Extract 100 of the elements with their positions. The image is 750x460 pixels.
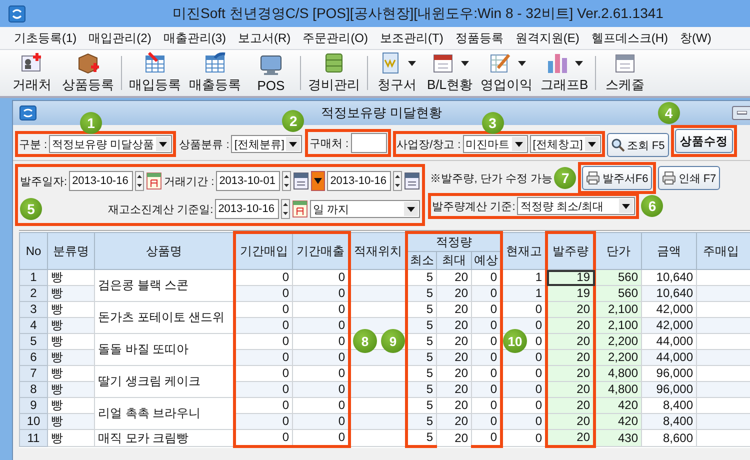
- column-header[interactable]: 상품명: [94, 232, 234, 270]
- table-cell: 10,640: [642, 286, 696, 302]
- menu-item[interactable]: 헬프데스크(H): [585, 30, 674, 46]
- menu-item[interactable]: 보고서(R): [232, 30, 297, 46]
- caret-icon: [619, 199, 634, 213]
- toolbar-button[interactable]: 매출등록: [185, 50, 245, 96]
- printer-icon: [586, 171, 600, 185]
- menu-item[interactable]: 매출관리(3): [157, 30, 232, 46]
- toolbar-button[interactable]: 그래프B: [536, 50, 592, 96]
- caret-icon: [512, 137, 526, 151]
- column-header[interactable]: 주매입: [696, 232, 750, 270]
- order-date-field[interactable]: 2013-10-16: [69, 171, 134, 191]
- toolbar-button[interactable]: 매입등록: [125, 50, 185, 96]
- box-icon: [76, 52, 100, 74]
- table-cell[interactable]: 20: [546, 350, 594, 366]
- menu-item[interactable]: 매입관리(2): [82, 30, 158, 46]
- period-toggle-button[interactable]: [311, 171, 326, 191]
- row-number: 11: [20, 430, 48, 446]
- column-header[interactable]: 단가: [594, 232, 642, 270]
- row-number: 2: [20, 286, 48, 302]
- category-dropdown[interactable]: [전체분류]: [231, 135, 302, 153]
- period-to-field[interactable]: 2013-10-16: [327, 171, 392, 191]
- menu-item[interactable]: 주문관리(O): [296, 30, 374, 46]
- table-cell[interactable]: 20: [546, 414, 594, 430]
- column-header[interactable]: 적정량: [406, 232, 502, 252]
- base-date-field[interactable]: 2013-10-16: [215, 199, 280, 219]
- table-cell: 리얼 촉촉 브라우니: [94, 398, 234, 430]
- toolbar-button[interactable]: 거래처: [6, 50, 58, 96]
- table-cell: 2,100: [594, 318, 642, 334]
- table-cell[interactable]: 20: [546, 302, 594, 318]
- menu-item[interactable]: 보조관리(T): [374, 30, 450, 46]
- order-date-label: 발주일자:: [20, 174, 68, 188]
- column-header[interactable]: No: [20, 232, 48, 270]
- toolbar-button[interactable]: 청구서: [371, 50, 423, 96]
- table-cell: 0: [472, 350, 502, 366]
- calendar-icon[interactable]: [292, 200, 308, 218]
- toolbar-button[interactable]: POS: [245, 50, 297, 96]
- table-cell: 0: [472, 286, 502, 302]
- column-header[interactable]: 발주량: [546, 232, 594, 270]
- table-cell: 0: [292, 286, 350, 302]
- column-header[interactable]: 최소: [406, 252, 436, 270]
- column-header[interactable]: 금액: [642, 232, 696, 270]
- table-cell[interactable]: 20: [546, 334, 594, 350]
- order-sheet-button[interactable]: 발주서F6: [582, 166, 652, 190]
- table-cell[interactable]: 20: [546, 318, 594, 334]
- menu-item[interactable]: 창(W): [674, 30, 718, 46]
- table-cell: 2,200: [594, 350, 642, 366]
- table-cell[interactable]: 19: [546, 270, 594, 286]
- type-dropdown[interactable]: 적정보유량 미달상품: [49, 135, 172, 153]
- minimize-button[interactable]: [732, 106, 750, 120]
- table-cell[interactable]: 20: [546, 430, 594, 446]
- toolbar-button[interactable]: B/L현황: [423, 50, 477, 96]
- number-badge: 7: [554, 167, 576, 189]
- calendar-icon[interactable]: [146, 172, 162, 190]
- site-dropdown[interactable]: 미진마트: [462, 135, 528, 153]
- column-header[interactable]: 적재위치: [350, 232, 406, 270]
- table-cell: 0: [292, 318, 350, 334]
- row-number: 7: [20, 366, 48, 382]
- table-cell: 2,100: [594, 302, 642, 318]
- edit-product-button[interactable]: 상품수정: [674, 129, 733, 153]
- menu-item[interactable]: 원격지원(E): [509, 30, 586, 46]
- toolbar-button[interactable]: 스케줄: [599, 50, 652, 96]
- table-icon: [203, 52, 227, 74]
- column-header[interactable]: 현재고: [502, 232, 546, 270]
- menu-item[interactable]: 정품등록: [449, 30, 510, 46]
- search-button[interactable]: 조회 F5: [606, 133, 669, 157]
- print-button[interactable]: 인쇄 F7: [658, 166, 720, 190]
- column-header[interactable]: 최대: [436, 252, 472, 270]
- table-cell: 0: [234, 286, 292, 302]
- spinner-icon: [393, 171, 402, 191]
- calendar-icon[interactable]: [293, 172, 310, 190]
- table-icon: [143, 52, 167, 74]
- until-dropdown[interactable]: 일 까지: [310, 200, 420, 218]
- period-from-field[interactable]: 2013-10-01: [216, 171, 280, 191]
- table-cell[interactable]: 19: [546, 286, 594, 302]
- table-cell[interactable]: 20: [546, 398, 594, 414]
- supplier-field[interactable]: [350, 133, 387, 153]
- supplier-label: 구매처 :: [309, 136, 349, 150]
- toolbar-button[interactable]: 영업이익: [476, 50, 537, 96]
- column-header[interactable]: 기간매입: [234, 232, 292, 270]
- calendar-icon[interactable]: [404, 172, 420, 190]
- table-cell[interactable]: 20: [546, 382, 594, 398]
- toolbar-button[interactable]: 상품등록: [58, 50, 118, 96]
- column-header[interactable]: 기간매출: [292, 232, 350, 270]
- menu-item[interactable]: 기초등록(1): [8, 30, 83, 46]
- row-number: 10: [20, 414, 48, 430]
- table-cell: 빵: [48, 350, 94, 366]
- column-header[interactable]: 분류명: [48, 232, 94, 270]
- warehouse-dropdown[interactable]: [전체창고]: [530, 135, 601, 153]
- table-cell: 560: [594, 286, 642, 302]
- table-cell: 0: [234, 382, 292, 398]
- category-label: 상품분류 :: [179, 138, 230, 152]
- toolbar-button[interactable]: 경비관리: [304, 50, 364, 96]
- calc-basis-dropdown[interactable]: 적정량 최소/최대: [517, 197, 636, 215]
- column-header[interactable]: 예상: [472, 252, 502, 270]
- table-cell: 2,200: [594, 334, 642, 350]
- table-cell: 560: [594, 270, 642, 286]
- table-cell: 8,400: [642, 414, 696, 430]
- table-cell[interactable]: 20: [546, 366, 594, 382]
- table-cell: 420: [594, 414, 642, 430]
